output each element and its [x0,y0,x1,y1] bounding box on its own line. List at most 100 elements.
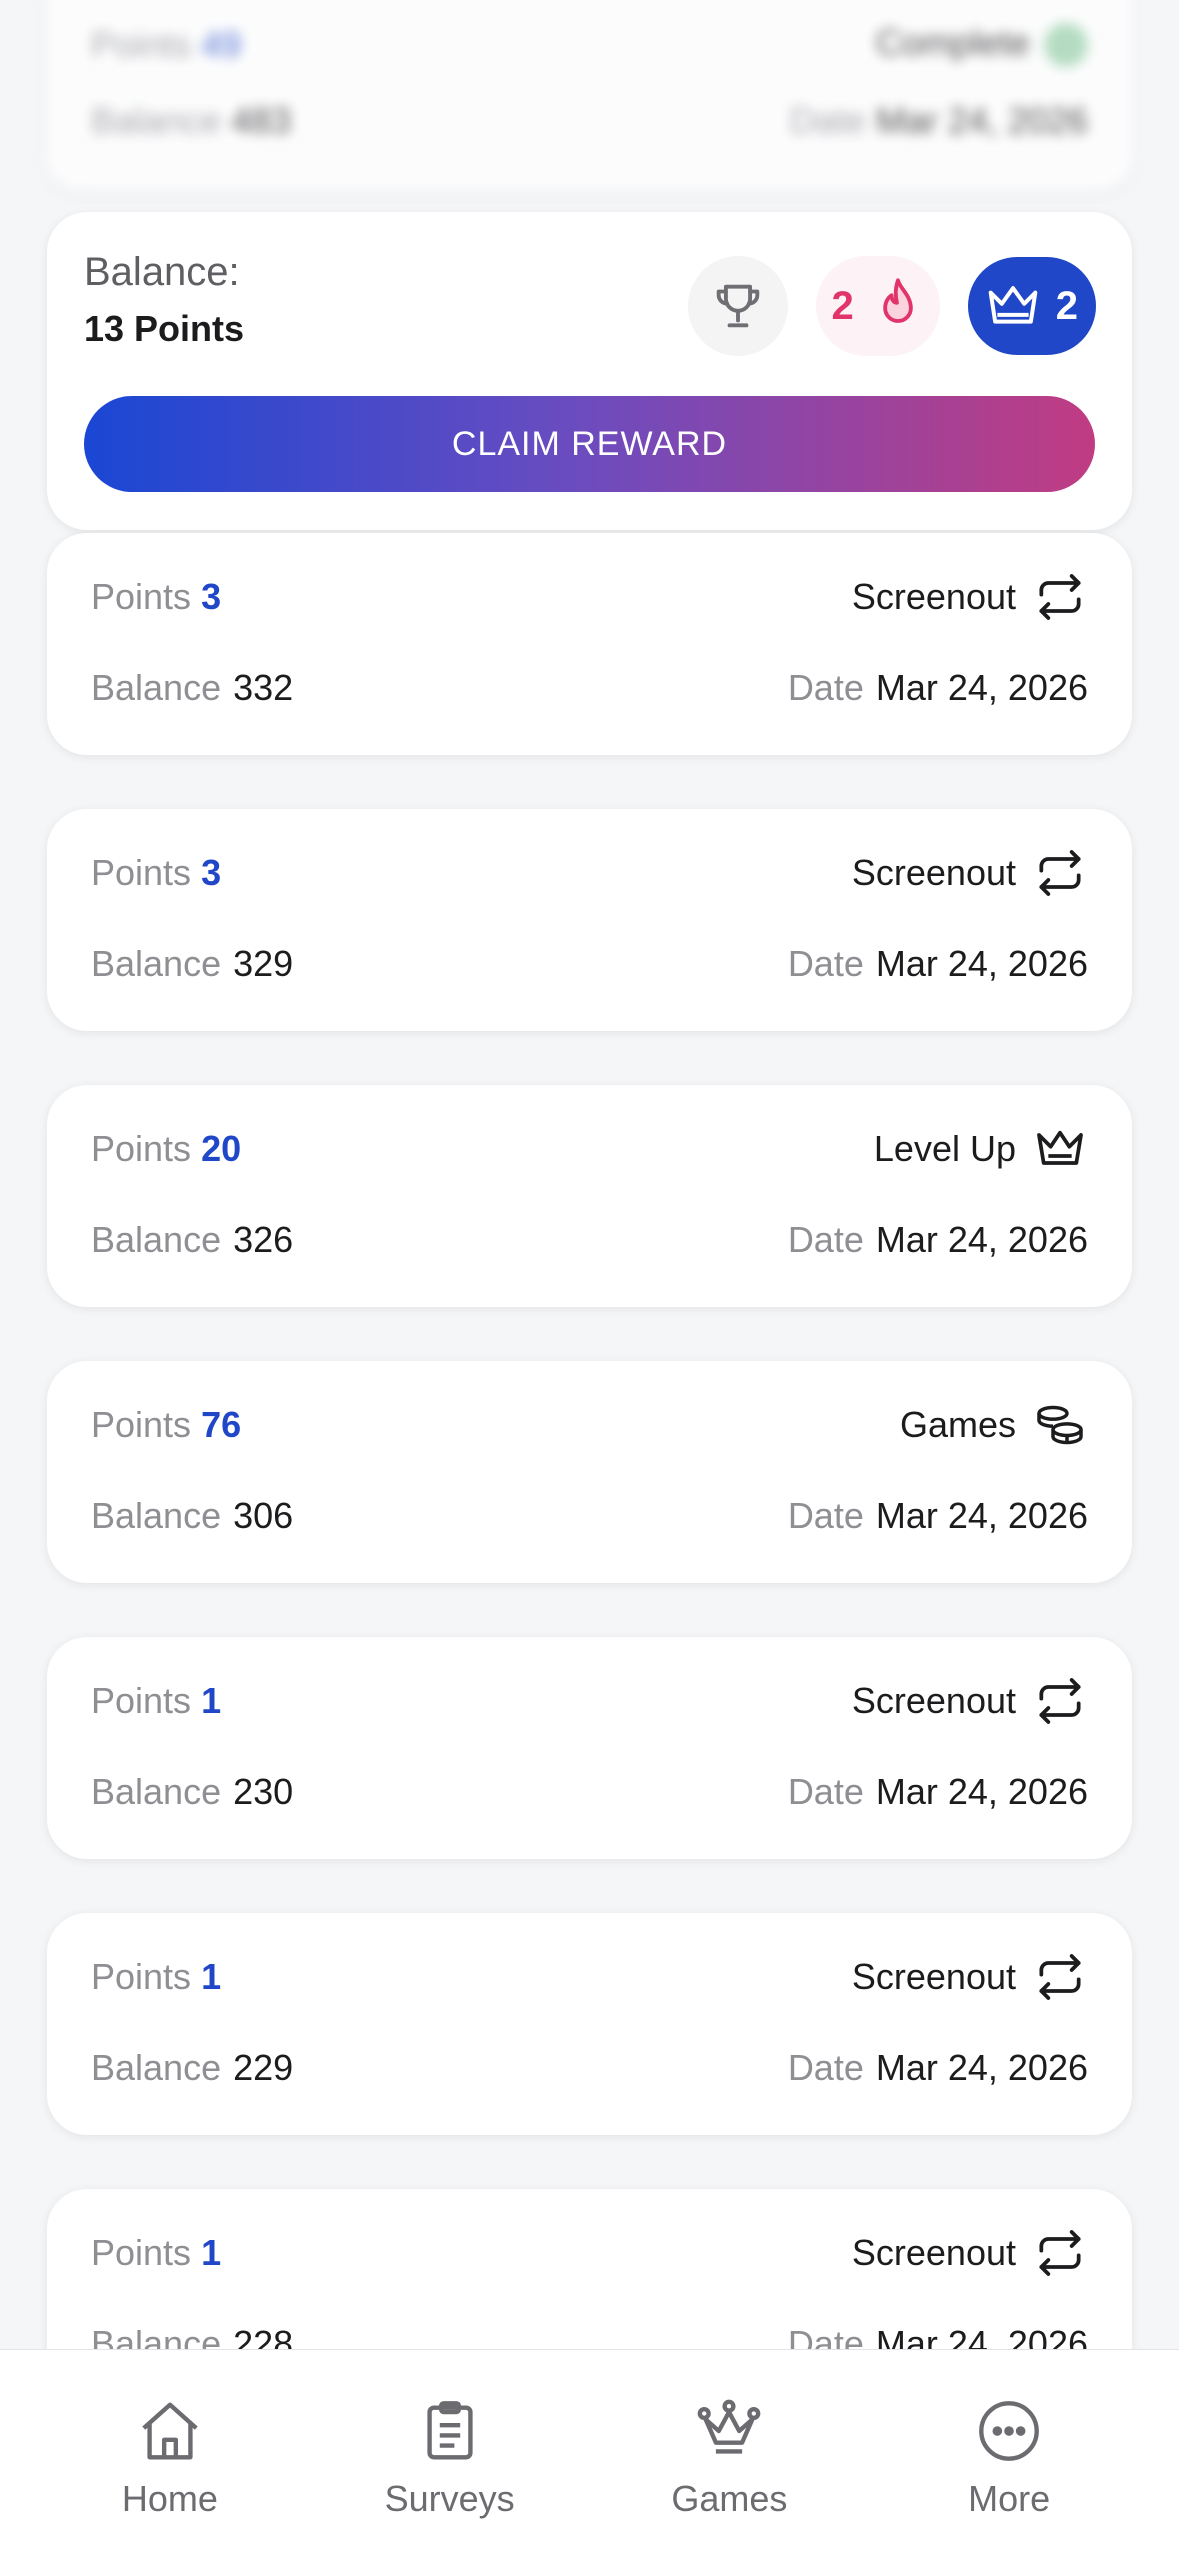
transaction-date: Date Mar 24, 2026 [788,667,1088,709]
blurred-date-value: Mar 24, 2026 [875,100,1088,141]
transaction-type-label: Screenout [851,1956,1016,1997]
blurred-row-top: Points 49 Complete [91,22,1088,68]
transaction-type-label: Level Up [873,1128,1016,1169]
transaction-row-bottom: Balance 326 Date Mar 24, 2026 [91,1210,1088,1270]
points-label: Points [91,1128,192,1169]
transaction-type: Screenout [852,1673,1088,1729]
date-label: Date [787,667,864,708]
transaction-points: Points 1 [91,2232,221,2274]
more-icon [979,2401,1040,2461]
transaction-row-top: Points 1 Screenout [91,2223,1088,2283]
blurred-date-label: Date [789,100,866,141]
nav-home[interactable]: Home [60,2396,280,2520]
transaction-type: Screenout [852,845,1088,901]
blurred-balance: Balance 483 [91,100,291,142]
transaction-row-top: Points 76 Games [91,1395,1088,1455]
transaction-date: Date Mar 24, 2026 [788,1771,1088,1813]
balance-label: Balance [91,943,222,984]
blurred-points-label: Points [91,23,192,65]
date-label: Date [787,1495,864,1536]
transaction-row-top: Points 1 Screenout [91,1947,1088,2007]
transaction-date: Date Mar 24, 2026 [788,2047,1088,2089]
date-value: Mar 24, 2026 [875,1771,1088,1812]
nav-more-label: More [968,2478,1051,2519]
date-value: Mar 24, 2026 [875,1219,1088,1260]
flame-icon [882,278,913,323]
nav-games-label: Games [671,2478,788,2519]
points-value: 1 [201,2232,222,2273]
transaction-type-label: Screenout [851,2232,1016,2273]
transaction-type: Screenout [852,2225,1088,2281]
transaction-balance: Balance 229 [91,2047,293,2089]
nav-surveys[interactable]: Surveys [340,2396,560,2520]
status-badges: 2 2 [687,256,1096,356]
transaction-type-label: Screenout [851,1680,1016,1721]
points-label: Points [91,1404,192,1445]
transaction-list: Points 3 Screenout Balance 332 Date Mar 24, 20… [47,533,1132,2465]
transaction-date: Date Mar 24, 2026 [788,1495,1088,1537]
transaction-type: Screenout [852,569,1088,625]
transaction-card[interactable]: Points 3 Screenout Balance 332 Date Mar 24, 20… [47,533,1132,755]
transaction-card[interactable]: Points 20 Level Up Balance 326 Date Mar 24, 20… [47,1085,1132,1307]
balance-card: Balance: 13 Points 2 2 CLAIM REWARD [47,212,1132,530]
repeat-icon [1032,2225,1088,2281]
transaction-type: Screenout [852,1949,1088,2005]
transaction-type: Level Up [874,1121,1088,1177]
transaction-card[interactable]: Points 1 Screenout Balance 230 Date Mar 24, 20… [47,1637,1132,1859]
balance-label: Balance [91,2047,222,2088]
balance-value: 229 [233,2047,294,2088]
repeat-icon [1032,1673,1088,1729]
balance-value: 230 [233,1771,294,1812]
blurred-balance-label: Balance [91,100,222,141]
transaction-card[interactable]: Points 1 Screenout Balance 229 Date Mar 24, 20… [47,1913,1132,2135]
balance-label: Balance [91,1495,222,1536]
transaction-row-bottom: Balance 230 Date Mar 24, 2026 [91,1762,1088,1822]
balance-label: Balance [91,1219,222,1260]
transaction-type-label: Screenout [851,576,1016,617]
transaction-row-bottom: Balance 306 Date Mar 24, 2026 [91,1486,1088,1546]
points-value: 3 [201,852,222,893]
balance-label: Balance [91,667,222,708]
nav-surveys-label: Surveys [384,2478,515,2519]
blurred-transaction-card: Points 49 Complete Balance 483 Date Mar … [47,0,1132,190]
transaction-type: Games [900,1397,1088,1453]
nav-games[interactable]: Games [619,2396,839,2520]
transaction-balance: Balance 332 [91,667,293,709]
transaction-row-bottom: Balance 332 Date Mar 24, 2026 [91,658,1088,718]
transaction-points: Points 3 [91,576,221,618]
crown-icon [698,2399,761,2454]
points-value: 1 [201,1956,222,1997]
points-label: Points [91,852,192,893]
level-badge[interactable]: 2 [967,257,1096,355]
nav-more[interactable]: More [899,2396,1119,2520]
blurred-date: Date Mar 24, 2026 [790,100,1088,142]
transaction-card[interactable]: Points 76 Games Balance 306 Date Mar 24, 2026 [47,1361,1132,1583]
bottom-nav: Home Surveys Games More [0,2349,1179,2556]
trophy-badge[interactable] [687,256,788,356]
repeat-icon [1032,1949,1088,2005]
date-label: Date [787,2047,864,2088]
points-value: 20 [201,1128,242,1169]
balance-value: 329 [233,943,294,984]
transaction-card[interactable]: Points 3 Screenout Balance 329 Date Mar 24, 20… [47,809,1132,1031]
streak-count: 2 [831,283,854,328]
balance-value: 332 [233,667,294,708]
blurred-points-value: 49 [201,23,242,65]
date-value: Mar 24, 2026 [875,943,1088,984]
points-label: Points [91,1956,192,1997]
blurred-status-text: Complete [875,22,1030,63]
balance-label: Balance [91,1771,222,1812]
transaction-points: Points 1 [91,1956,221,1998]
transaction-row-top: Points 3 Screenout [91,567,1088,627]
blurred-row-bottom: Balance 483 Date Mar 24, 2026 [91,100,1088,142]
trophy-icon [716,284,759,328]
points-label: Points [91,2232,192,2273]
streak-badge[interactable]: 2 [815,256,940,356]
balance-value: 306 [233,1495,294,1536]
claim-reward-button[interactable]: CLAIM REWARD [84,396,1095,492]
transaction-date: Date Mar 24, 2026 [788,1219,1088,1261]
repeat-icon [1032,845,1088,901]
nav-home-label: Home [121,2478,218,2519]
transaction-row-top: Points 1 Screenout [91,1671,1088,1731]
app-root: Points 49 Complete Balance 483 Date Mar … [0,0,1179,2556]
